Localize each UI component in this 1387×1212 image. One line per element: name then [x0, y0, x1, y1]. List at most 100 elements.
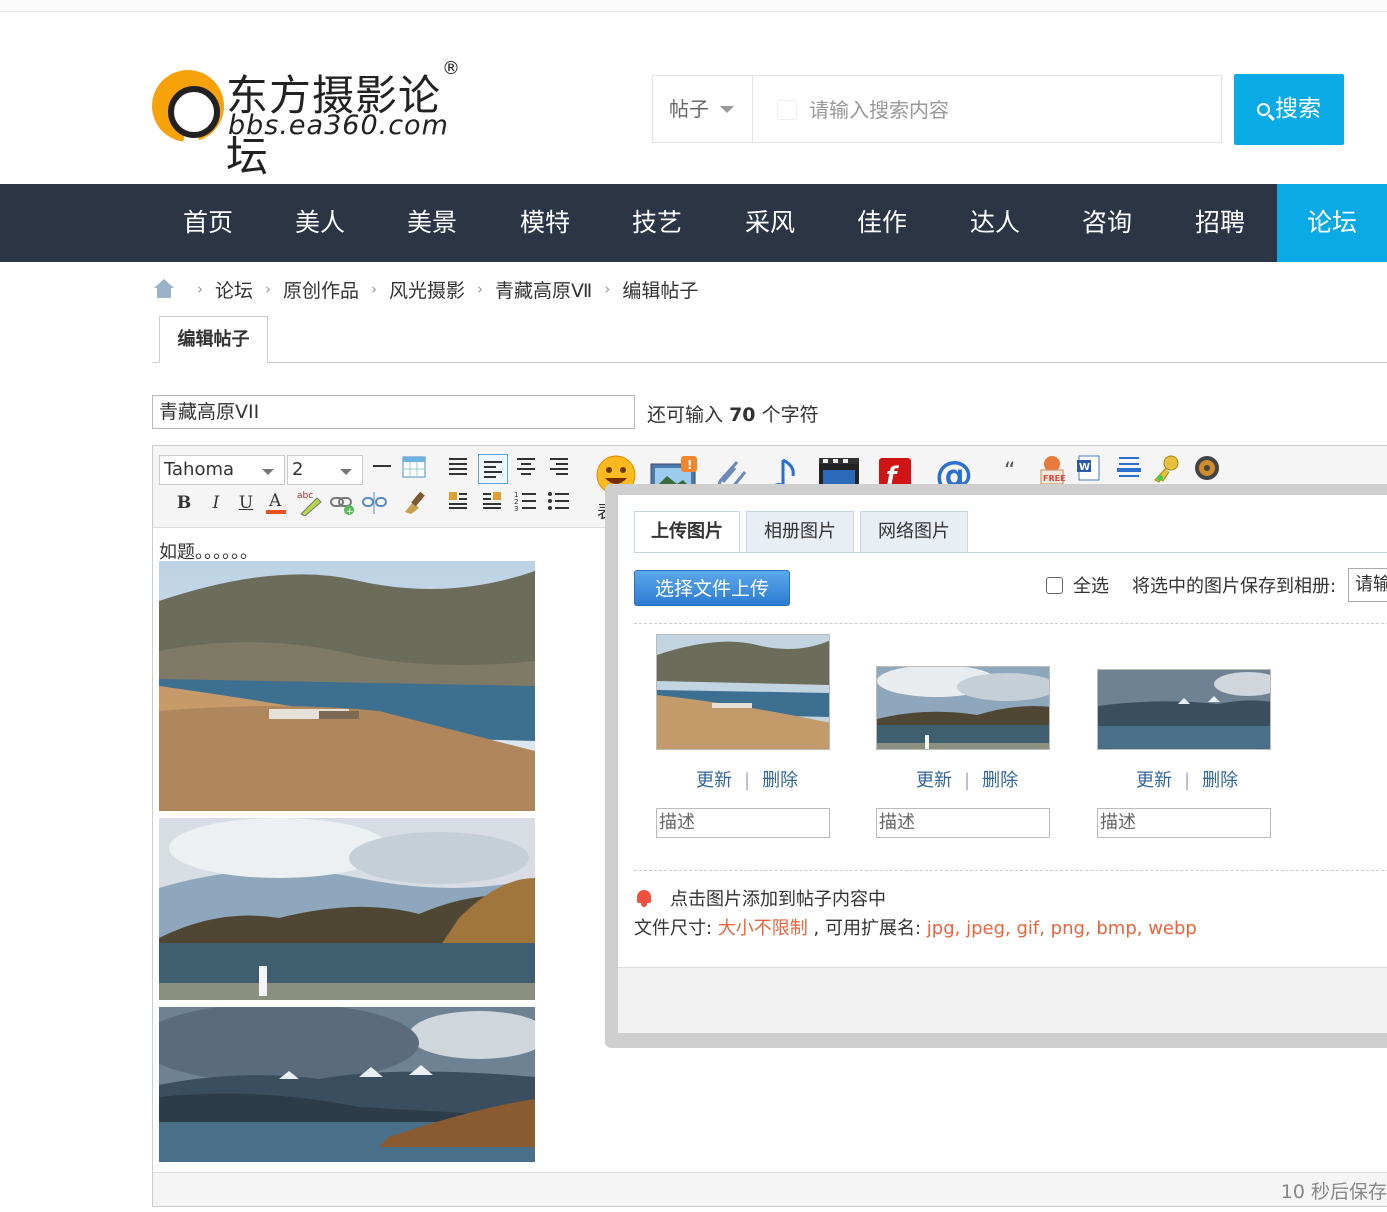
tab-upload-image[interactable]: 上传图片	[634, 511, 740, 553]
file-size-value: 大小不限制	[717, 918, 808, 939]
thumb-2-description-input[interactable]: 描述	[876, 808, 1050, 838]
align-center-icon[interactable]	[513, 456, 539, 482]
click-to-insert-notice: 点击图片添加到帖子内容中	[636, 885, 886, 911]
file-size-label: 文件尺寸:	[634, 918, 713, 939]
unordered-list-icon[interactable]	[546, 490, 572, 516]
title-char-counter: 还可输入 70 个字符	[647, 400, 819, 427]
underline-button[interactable]: U	[233, 490, 259, 516]
action-separator: |	[1184, 770, 1191, 791]
nav-item-forum[interactable]: 论坛	[1277, 184, 1387, 262]
svg-text:A: A	[268, 491, 282, 511]
font-color-icon[interactable]: A	[263, 488, 289, 514]
thumb-1-delete-link[interactable]: 删除	[762, 770, 798, 791]
nav-item-consult[interactable]: 咨询	[1051, 184, 1163, 262]
svg-text:!: !	[687, 458, 692, 472]
title-input[interactable]: 青藏高原VII	[152, 395, 635, 429]
thumb-3-update-link[interactable]: 更新	[1136, 770, 1172, 791]
post-image-1[interactable]	[159, 561, 535, 811]
extension-value: jpg, jpeg, gif, png, bmp, webp	[926, 918, 1197, 939]
thumb-3-delete-link[interactable]: 删除	[1202, 770, 1238, 791]
breadcrumb-separator: ›	[265, 280, 272, 298]
search-button-label: 搜索	[1275, 96, 1321, 122]
align-left-icon[interactable]	[478, 454, 508, 484]
float-left-icon[interactable]	[445, 490, 471, 516]
breadcrumb-landscape[interactable]: 风光摄影	[389, 276, 465, 303]
post-image-2[interactable]	[159, 818, 535, 1000]
select-all-checkbox[interactable]	[1046, 576, 1063, 594]
svg-text:+: +	[346, 507, 354, 516]
hide-content-key-icon[interactable]	[1151, 454, 1179, 483]
tab-album-image[interactable]: 相册图片	[746, 511, 854, 553]
insert-link-icon[interactable]: +	[329, 490, 355, 517]
thumb-1-description-input[interactable]: 描述	[656, 808, 830, 838]
tab-edit-post[interactable]: 编辑帖子	[159, 316, 268, 363]
uploaded-thumb-1[interactable]	[656, 634, 830, 750]
thumb-1-actions: 更新 | 删除	[696, 766, 798, 792]
top-strip	[0, 0, 1387, 12]
search-type-select[interactable]: 帖子	[653, 76, 753, 142]
chevron-down-icon	[340, 469, 352, 475]
nav-item-home[interactable]: 首页	[152, 184, 264, 262]
post-image-3[interactable]	[159, 1007, 535, 1162]
nav-item-beauty[interactable]: 美人	[264, 184, 376, 262]
thumb-1-update-link[interactable]: 更新	[696, 770, 732, 791]
search-type-label: 帖子	[669, 97, 709, 121]
uploaded-thumb-3[interactable]	[1097, 669, 1271, 750]
tab-web-image[interactable]: 网络图片	[860, 511, 968, 553]
extension-label: , 可用扩展名:	[813, 918, 922, 939]
home-icon[interactable]	[153, 279, 175, 299]
svg-text:abc: abc	[297, 491, 313, 501]
clear-format-icon[interactable]	[401, 488, 427, 514]
svg-text:“: “	[1004, 459, 1015, 484]
nav-item-model[interactable]: 模特	[489, 184, 601, 262]
search-input[interactable]: 请输入搜索内容	[773, 88, 1213, 132]
breadcrumb-forum[interactable]: 论坛	[215, 276, 253, 303]
background-color-icon[interactable]: abc	[295, 488, 322, 517]
nav-item-jobs[interactable]: 招聘	[1164, 184, 1276, 262]
search-button[interactable]: 搜索	[1234, 74, 1344, 145]
thumb-2-update-link[interactable]: 更新	[916, 770, 952, 791]
action-separator: |	[964, 770, 971, 791]
breadcrumb-thread[interactable]: 青藏高原Ⅶ	[495, 276, 592, 303]
nav-item-scenery[interactable]: 美景	[376, 184, 488, 262]
nav-item-works[interactable]: 佳作	[826, 184, 938, 262]
logo-domain: bbs.ea360.com	[228, 110, 449, 141]
nav-item-skills[interactable]: 技艺	[601, 184, 713, 262]
breadcrumb-separator: ›	[604, 280, 611, 298]
uploaded-thumb-2[interactable]	[876, 666, 1050, 750]
free-tag-icon[interactable]: FREE	[1037, 454, 1066, 485]
font-family-select[interactable]: Tahoma	[159, 455, 285, 485]
font-size-select[interactable]: 2	[287, 455, 363, 485]
dialog-footer	[618, 967, 1387, 1033]
choose-file-upload-button[interactable]: 选择文件上传	[634, 570, 790, 606]
site-logo[interactable]: 东方摄影论坛 ® bbs.ea360.com	[150, 58, 470, 181]
breadcrumb-original[interactable]: 原创作品	[283, 276, 359, 303]
word-paste-icon[interactable]: W	[1075, 454, 1101, 481]
notice-text: 点击图片添加到帖子内容中	[670, 889, 886, 910]
file-requirements: 文件尺寸: 大小不限制 , 可用扩展名: jpg, jpeg, gif, png…	[634, 914, 1197, 940]
select-all[interactable]: 全选	[1046, 572, 1109, 598]
thumb-2-delete-link[interactable]: 删除	[982, 770, 1018, 791]
quote-icon[interactable]: “	[1001, 458, 1027, 484]
thumb-3-description-input[interactable]: 描述	[1097, 808, 1271, 838]
main-nav: 首页 美人 美景 模特 技艺 采风 佳作 达人 咨询 招聘 论坛	[0, 184, 1387, 262]
unlink-icon[interactable]	[361, 490, 387, 516]
breadcrumb-separator: ›	[477, 280, 484, 298]
align-justify-icon[interactable]	[445, 456, 471, 482]
page-break-icon[interactable]	[1113, 454, 1141, 480]
album-select[interactable]: 请输	[1348, 568, 1387, 602]
logo-aperture-icon	[152, 70, 224, 142]
ordered-list-icon[interactable]: 123	[513, 490, 539, 516]
table-icon[interactable]	[401, 456, 427, 482]
dialog-tab-baseline	[634, 552, 1387, 553]
horizontal-rule-icon[interactable]	[369, 456, 395, 482]
italic-button[interactable]: I	[203, 490, 229, 516]
bold-button[interactable]: B	[171, 490, 197, 516]
float-right-icon[interactable]	[479, 490, 505, 516]
search-box: 帖子 请输入搜索内容	[652, 75, 1222, 143]
breadcrumb-separator: ›	[371, 280, 378, 298]
nav-item-experts[interactable]: 达人	[939, 184, 1051, 262]
media-player-icon[interactable]	[1193, 454, 1219, 480]
align-right-icon[interactable]	[546, 456, 572, 482]
nav-item-outing[interactable]: 采风	[714, 184, 826, 262]
